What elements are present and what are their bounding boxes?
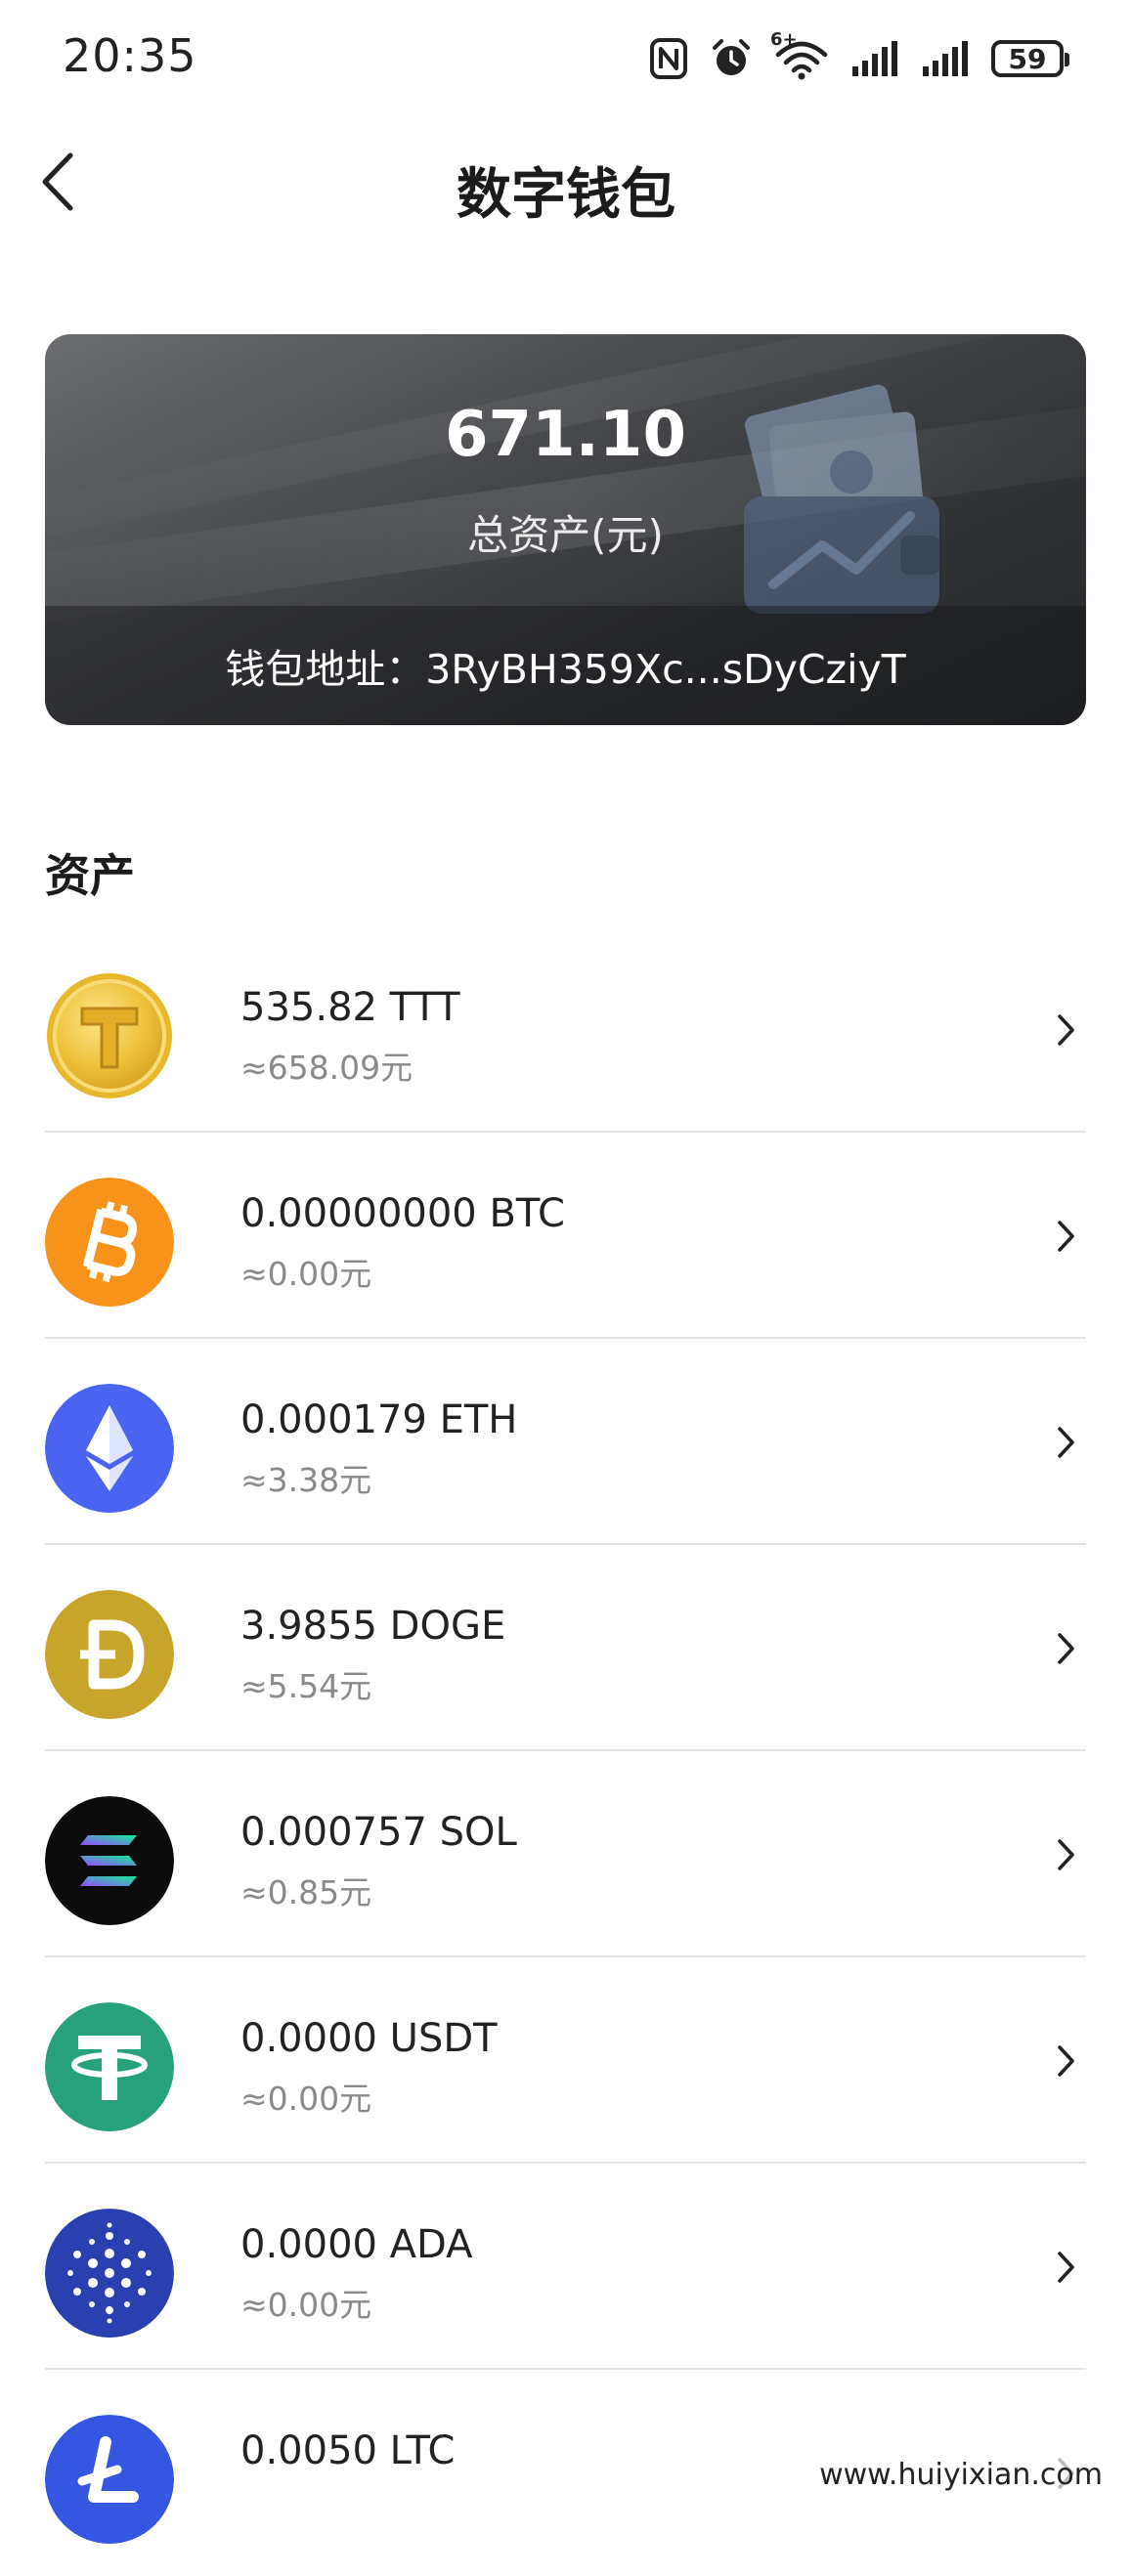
asset-value: ≈3.38元 [240, 1461, 372, 1499]
chevron-right-icon [1047, 1419, 1086, 1466]
asset-row-btc[interactable]: 0.00000000 BTC ≈0.00元 [45, 1133, 1086, 1339]
wallet-address[interactable]: 钱包地址：3RyBH359Xc...sDyCziyT [45, 606, 1086, 725]
status-icons: 6+ 59 [649, 29, 1069, 86]
asset-row-ttt[interactable]: 535.82 TTT ≈658.09元 [45, 926, 1086, 1133]
total-assets-label: 总资产(元) [467, 511, 664, 559]
eth-coin-icon [45, 1384, 174, 1513]
asset-row-sol[interactable]: 0.000757 SOL ≈0.85元 [45, 1751, 1086, 1957]
page-title: 数字钱包 [457, 163, 675, 227]
asset-amount: 0.00000000 BTC [240, 1191, 565, 1236]
ada-coin-icon [45, 2209, 174, 2338]
asset-value: ≈5.54元 [240, 1667, 372, 1705]
asset-list: 535.82 TTT ≈658.09元 0.00000000 BTC ≈0.00… [45, 926, 1086, 2576]
chevron-right-icon [1047, 2038, 1086, 2084]
asset-value: ≈0.00元 [240, 2080, 372, 2118]
assets-section-title: 资产 [45, 849, 135, 902]
status-bar: 20:35 6+ 59 [0, 0, 1132, 115]
doge-coin-icon [45, 1590, 174, 1719]
sol-coin-icon [45, 1796, 174, 1925]
asset-amount: 3.9855 DOGE [240, 1604, 506, 1649]
chevron-right-icon [1047, 1831, 1086, 1878]
asset-value: ≈658.09元 [240, 1049, 414, 1087]
asset-value: ≈0.00元 [240, 1255, 372, 1293]
chevron-right-icon [1047, 1625, 1086, 1672]
wifi-icon: 6+ [770, 29, 829, 80]
ltc-coin-icon [45, 2415, 174, 2544]
btc-coin-icon [45, 1178, 174, 1307]
battery-level: 59 [1008, 42, 1047, 75]
ttt-coin-icon [45, 971, 174, 1100]
asset-row-eth[interactable]: 0.000179 ETH ≈3.38元 [45, 1339, 1086, 1545]
asset-amount: 0.000179 ETH [240, 1397, 518, 1442]
asset-amount: 0.0050 LTC [240, 2428, 456, 2473]
asset-amount: 0.000757 SOL [240, 1810, 517, 1855]
network-badge: 6+ [770, 29, 798, 50]
signal-icon [850, 39, 899, 78]
wallet-address-text: 钱包地址：3RyBH359Xc...sDyCziyT [225, 646, 906, 693]
asset-amount: 0.0000 ADA [240, 2222, 473, 2267]
signal-icon [921, 39, 970, 78]
asset-row-ada[interactable]: 0.0000 ADA ≈0.00元 [45, 2164, 1086, 2370]
asset-value: ≈0.00元 [240, 2286, 372, 2324]
asset-amount: 535.82 TTT [240, 985, 460, 1030]
total-assets-amount: 671.10 [445, 399, 686, 471]
usdt-coin-icon [45, 2002, 174, 2131]
watermark: www.huiyixian.com [813, 2458, 1109, 2492]
wallet-card: 671.10 总资产(元) 钱包地址：3RyBH359Xc...sDyCziyT [45, 334, 1086, 725]
header: 数字钱包 [0, 115, 1132, 252]
chevron-right-icon [1047, 1007, 1086, 1053]
status-time: 20:35 [63, 29, 197, 82]
asset-row-doge[interactable]: 3.9855 DOGE ≈5.54元 [45, 1545, 1086, 1751]
battery-icon: 59 [991, 40, 1069, 77]
asset-row-usdt[interactable]: 0.0000 USDT ≈0.00元 [45, 1957, 1086, 2164]
chevron-right-icon [1047, 1213, 1086, 1260]
chevron-right-icon [1047, 2244, 1086, 2291]
alarm-icon [710, 37, 753, 80]
nfc-icon [649, 37, 688, 80]
asset-value: ≈0.85元 [240, 1873, 372, 1911]
asset-amount: 0.0000 USDT [240, 2016, 498, 2061]
